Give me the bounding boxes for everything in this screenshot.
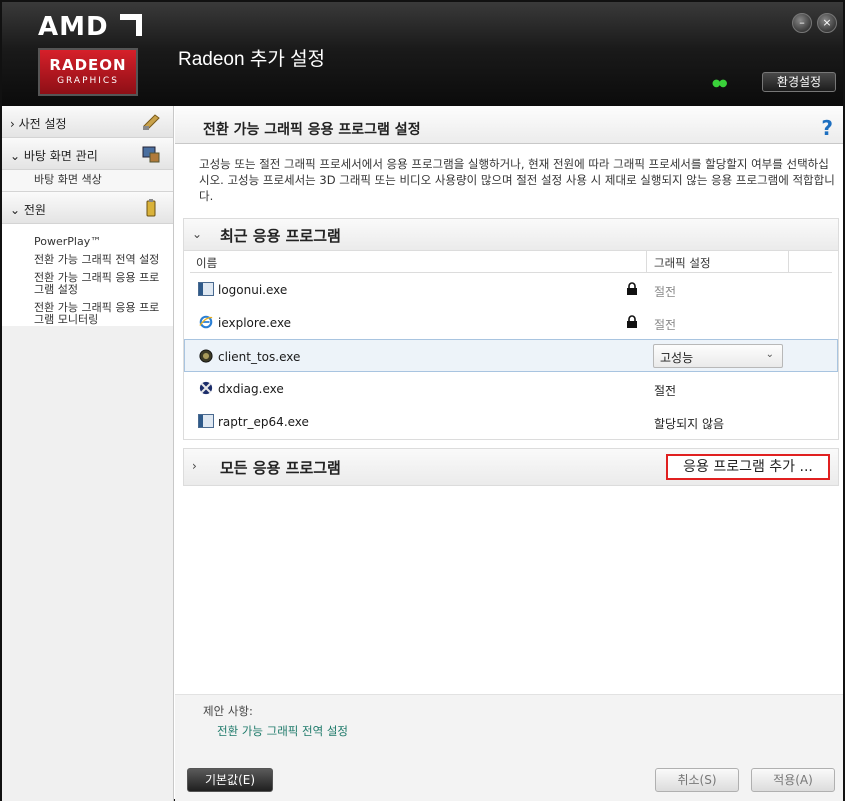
table-row[interactable]: dxdiag.exe 절전 — [190, 372, 832, 405]
collapse-chevron-icon: ⌄ — [192, 227, 203, 241]
sidebar-item-label: ⌄ 바탕 화면 관리 — [10, 149, 98, 163]
window-title: Radeon 추가 설정 — [178, 49, 326, 70]
table-row[interactable]: iexplore.exe 절전 — [190, 306, 832, 339]
page-header: 전환 가능 그래픽 응용 프로그램 설정 ? — [175, 106, 843, 144]
app-name: iexplore.exe — [218, 316, 292, 330]
reset-defaults-button[interactable]: 기본값(E) — [187, 768, 273, 792]
lock-icon — [627, 315, 637, 328]
footer-bar: 기본값(E) 취소(S) 적용(A) — [175, 754, 843, 801]
sidebar-item-switchable-app-settings[interactable]: 전환 가능 그래픽 응용 프로그램 설정 — [34, 272, 162, 296]
radeon-logo-text: RADEON — [49, 56, 127, 74]
table-header: 이름 그래픽 설정 — [190, 251, 832, 273]
table-row-selected[interactable]: client_tos.exe 고성능 ⌄ — [184, 339, 838, 372]
app-window: AMD RADEON GRAPHICS Radeon 추가 설정 – × ●● … — [0, 0, 845, 801]
amd-arrow-icon — [120, 14, 142, 36]
column-header-name[interactable]: 이름 — [196, 255, 217, 271]
amd-logo-text: AMD — [38, 12, 109, 42]
internet-explorer-icon — [199, 315, 213, 329]
power-icon — [146, 199, 156, 217]
graphics-setting-value: 절전 — [654, 318, 677, 332]
sidebar-item-powerplay[interactable]: PowerPlay™ — [34, 236, 162, 248]
connection-status-icon: ●● — [712, 78, 728, 89]
suggestions-panel: 제안 사항: 전환 가능 그래픽 전역 설정 — [175, 694, 843, 754]
suggestion-link-global-settings[interactable]: 전환 가능 그래픽 전역 설정 — [217, 723, 348, 739]
page-description: 고성능 또는 절전 그래픽 프로세서에서 응용 프로그램을 실행하거나, 현재 … — [199, 157, 835, 203]
title-bar: AMD RADEON GRAPHICS Radeon 추가 설정 – × ●● … — [2, 2, 843, 106]
sidebar-item-presets[interactable]: › 사전 설정 — [2, 106, 173, 138]
graphics-setting-value: 할당되지 않음 — [654, 417, 725, 431]
all-apps-section: › 모든 응용 프로그램 응용 프로그램 추가 ... — [183, 448, 839, 486]
amd-radeon-logo: AMD RADEON GRAPHICS — [32, 8, 144, 102]
game-client-icon — [199, 349, 213, 363]
help-icon[interactable]: ? — [821, 116, 833, 140]
sidebar-item-power[interactable]: ⌄ 전원 — [2, 192, 173, 224]
lock-icon — [627, 282, 637, 295]
sidebar-item-label: ⌄ 전원 — [10, 203, 46, 217]
directx-icon — [199, 381, 213, 395]
sidebar-item-switchable-app-monitoring[interactable]: 전환 가능 그래픽 응용 프로그램 모니터링 — [34, 302, 162, 326]
graphics-setting-dropdown[interactable]: 고성능 ⌄ — [653, 344, 783, 368]
recent-apps-section: ⌄ 최근 응용 프로그램 이름 그래픽 설정 logonui.exe 절전 ie… — [183, 218, 839, 440]
dropdown-selected-value: 고성능 — [660, 351, 694, 365]
application-window-icon — [198, 414, 214, 428]
recent-apps-header[interactable]: ⌄ 최근 응용 프로그램 — [184, 219, 838, 251]
sidebar-item-desktop-management[interactable]: ⌄ 바탕 화면 관리 — [2, 138, 173, 170]
table-row[interactable]: raptr_ep64.exe 할당되지 않음 — [190, 405, 832, 438]
main-panel: 전환 가능 그래픽 응용 프로그램 설정 ? 고성능 또는 절전 그래픽 프로세… — [175, 106, 843, 801]
apply-button[interactable]: 적용(A) — [751, 768, 835, 792]
application-window-icon — [198, 282, 214, 296]
all-apps-header[interactable]: › 모든 응용 프로그램 응용 프로그램 추가 ... — [184, 449, 838, 485]
minimize-button[interactable]: – — [792, 13, 812, 33]
graphics-setting-value: 절전 — [654, 285, 677, 299]
section-title: 최근 응용 프로그램 — [220, 227, 341, 245]
chevron-down-icon: ⌄ — [765, 349, 774, 360]
page-title: 전환 가능 그래픽 응용 프로그램 설정 — [203, 122, 421, 138]
add-application-button[interactable]: 응용 프로그램 추가 ... — [666, 454, 830, 480]
graphics-setting-value: 절전 — [654, 384, 677, 398]
app-name: client_tos.exe — [218, 350, 301, 364]
power-submenu: PowerPlay™ 전환 가능 그래픽 전역 설정 전환 가능 그래픽 응용 … — [2, 224, 173, 326]
app-name: raptr_ep64.exe — [218, 415, 309, 429]
column-divider — [646, 251, 647, 273]
sidebar-item-desktop-color[interactable]: 바탕 화면 색상 — [2, 170, 173, 192]
expand-chevron-icon: › — [192, 459, 197, 473]
sidebar-item-label: › 사전 설정 — [10, 117, 67, 131]
sidebar-item-switchable-global[interactable]: 전환 가능 그래픽 전역 설정 — [34, 254, 162, 266]
table-row[interactable]: logonui.exe 절전 — [190, 273, 832, 306]
graphics-logo-text: GRAPHICS — [57, 76, 119, 86]
column-header-graphics-setting[interactable]: 그래픽 설정 — [654, 255, 711, 271]
cancel-button[interactable]: 취소(S) — [655, 768, 739, 792]
desktop-management-icon — [142, 146, 160, 163]
sidebar: › 사전 설정 ⌄ 바탕 화면 관리 바탕 화면 색상 ⌄ 전원 PowerPl… — [2, 106, 174, 801]
preferences-button[interactable]: 환경설정 — [762, 72, 836, 92]
section-title: 모든 응용 프로그램 — [220, 459, 341, 477]
presets-icon — [143, 114, 160, 130]
app-name: dxdiag.exe — [218, 382, 284, 396]
column-divider — [788, 251, 789, 273]
app-name: logonui.exe — [218, 283, 288, 297]
radeon-badge: RADEON GRAPHICS — [38, 48, 138, 96]
suggestions-label: 제안 사항: — [203, 704, 253, 718]
close-button[interactable]: × — [817, 13, 837, 33]
